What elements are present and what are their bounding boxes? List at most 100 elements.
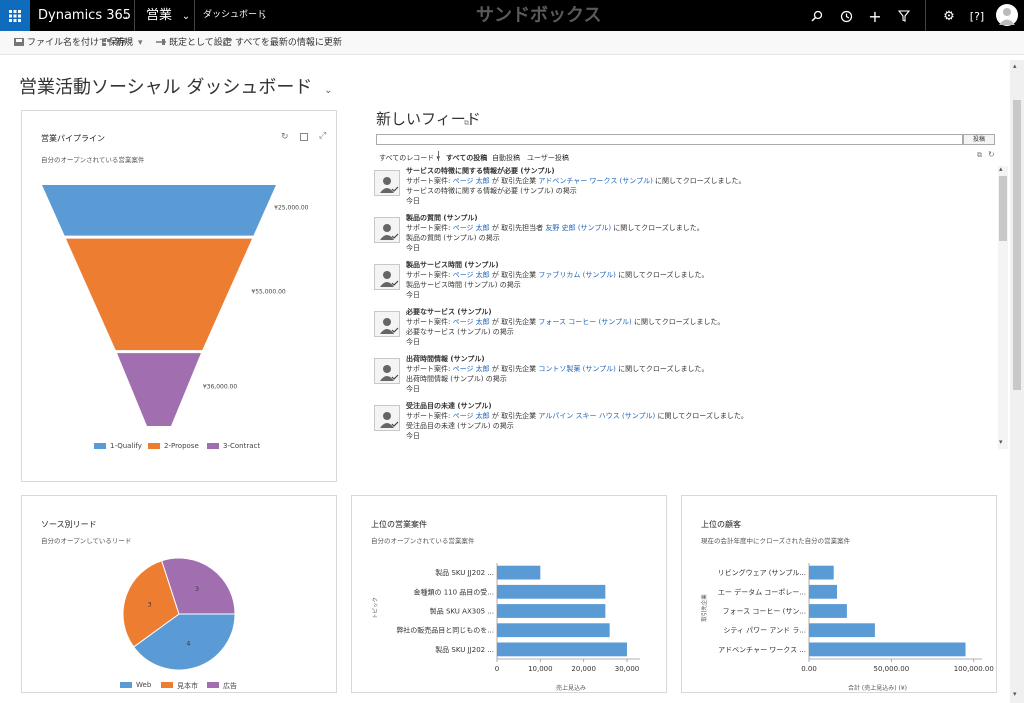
bar: [497, 604, 606, 618]
pipeline-funnel-chart: ¥25,000.00 ¥55,000.00 ¥36,000.00: [42, 185, 309, 426]
search-icon[interactable]: [806, 5, 828, 27]
command-bar: ファイル名を付けて保存 新規 ▾ 既定として設定 すべてを最新の情報に更新: [0, 31, 1024, 55]
legend-qualify: 1-Qualify: [110, 442, 142, 450]
category-label: 製品 SKU JJ202 ...: [435, 568, 494, 577]
feed-link[interactable]: コントソ製薬 (サンプル): [538, 365, 615, 373]
filter-user-posts[interactable]: ユーザー投稿: [527, 153, 569, 163]
feed-item[interactable]: 製品の質問 (サンプル) サポート案件: ページ 太郎 が 取引先担当者 友野 史…: [366, 213, 986, 257]
dashboard-title[interactable]: 営業活動ソーシャル ダッシュボード ⌄: [19, 73, 333, 99]
feed-list: サービスの特徴に関する情報が必要 (サンプル) サポート案件: ページ 太郎 が …: [366, 166, 996, 449]
feed-item[interactable]: サービスの特徴に関する情報が必要 (サンプル) サポート案件: ページ 太郎 が …: [366, 166, 986, 210]
refresh-all-button[interactable]: すべてを最新の情報に更新: [222, 31, 342, 55]
filter-all-records[interactable]: すべてのレコード ▾: [379, 153, 440, 163]
feed-item-time: 今日: [406, 385, 420, 393]
chevron-right-icon[interactable]: ›: [253, 5, 275, 27]
chevron-down-icon[interactable]: ⌄: [114, 5, 136, 27]
dashboard-title-text: 営業活動ソーシャル ダッシュボード: [19, 77, 313, 98]
legend-swatch-web: [120, 682, 132, 688]
page-scrollbar[interactable]: ▴ ▾: [1010, 60, 1024, 703]
chevron-down-icon[interactable]: ⌄: [324, 85, 332, 96]
bar: [809, 623, 875, 638]
top-opportunities-card: 上位の営業案件 自分のオープンされている営業案件 トピック 製品 SKU JJ2…: [351, 495, 667, 693]
quick-create-icon[interactable]: +: [864, 5, 886, 27]
feed-item-title: 製品サービス時間 (サンプル): [406, 261, 499, 269]
feed-item[interactable]: 必要なサービス (サンプル) サポート案件: ページ 太郎 が 取引先企業 フォー…: [366, 307, 986, 351]
feed-scrollbar[interactable]: ▴ ▾: [998, 165, 1008, 449]
feed-link[interactable]: ページ 太郎: [453, 318, 490, 326]
user-avatar[interactable]: [996, 4, 1018, 26]
settings-gear-icon[interactable]: ⚙: [938, 5, 960, 27]
feed-item-time: 今日: [406, 291, 420, 299]
recent-history-icon[interactable]: [835, 5, 857, 27]
leads-pie-chart: 4 3 3: [122, 557, 236, 671]
funnel-segment: [65, 238, 253, 351]
new-button[interactable]: 新規: [102, 31, 133, 55]
popout-icon[interactable]: ⧉: [464, 119, 469, 128]
x-tick-label: 20,000: [571, 665, 596, 673]
case-icon: [374, 358, 400, 384]
link-icon[interactable]: ⧉: [977, 151, 982, 160]
x-tick-label: 0: [495, 665, 499, 673]
page-scroll-thumb[interactable]: [1013, 100, 1021, 390]
feed-link[interactable]: フォース コーヒー (サンプル): [538, 318, 631, 326]
pie-data-label: 3: [148, 601, 152, 608]
feed-link[interactable]: ページ 太郎: [453, 271, 490, 279]
feed-item-summary: サポート案件: ページ 太郎 が 取引先企業 アルパイン スキー ハウス (サン…: [406, 412, 748, 420]
funnel-segment: [117, 353, 201, 426]
filter-auto-posts[interactable]: 自動投稿: [492, 153, 520, 163]
bar: [497, 623, 610, 638]
bar: [809, 584, 838, 599]
x-tick-label: 50,000.00: [874, 665, 910, 673]
feed-item[interactable]: 出荷時間情報 (サンプル) サポート案件: ページ 太郎 が 取引先企業 コントソ…: [366, 354, 986, 398]
legend-swatch-propose: [148, 443, 160, 449]
filter-all-posts[interactable]: すべての投稿: [446, 153, 487, 163]
category-label: 弊社の販売品目と同じものを...: [396, 626, 494, 635]
legend-ad: 広告: [223, 682, 237, 690]
feed-item-summary: サポート案件: ページ 太郎 が 取引先担当者 友野 史郎 (サンプル) に関し…: [406, 224, 704, 232]
feed-item[interactable]: 製品サービス時間 (サンプル) サポート案件: ページ 太郎 が 取引先企業 ファ…: [366, 260, 986, 304]
feed-item-time: 今日: [406, 338, 420, 346]
feed-link[interactable]: ページ 太郎: [453, 365, 490, 373]
sales-pipeline-card: 営業パイプライン 自分のオープンされている営業案件 ↻ ⤢ ¥25,000.00…: [21, 110, 337, 482]
x-tick-label: 100,000.00: [954, 665, 994, 673]
feed-scroll-thumb[interactable]: [999, 176, 1007, 241]
post-input[interactable]: [376, 134, 963, 145]
funnel-data-label: ¥55,000.00: [251, 288, 286, 295]
refresh-icon[interactable]: ↻: [988, 150, 995, 159]
help-icon[interactable]: [?]: [966, 5, 988, 27]
feed-link[interactable]: アドベンチャー ワークス (サンプル): [538, 177, 652, 185]
filter-icon[interactable]: [893, 5, 915, 27]
feed-item-title: 受注品目の未達 (サンプル): [406, 402, 492, 410]
new-dropdown-chevron-icon[interactable]: ▾: [138, 31, 143, 55]
category-label: 金種類の 110 品目の受...: [414, 587, 495, 596]
funnel-data-label: ¥25,000.00: [274, 204, 309, 211]
bar: [809, 565, 834, 580]
pie-data-label: 4: [187, 640, 191, 647]
module-name[interactable]: 営業: [146, 0, 172, 31]
feed-link[interactable]: ファブリカム (サンプル): [538, 271, 615, 279]
post-button[interactable]: 投稿: [963, 134, 995, 145]
feed-item-title: サービスの特徴に関する情報が必要 (サンプル): [406, 167, 555, 175]
feed-item-title: 製品の質問 (サンプル): [406, 214, 478, 222]
new-label: 新規: [115, 38, 134, 48]
legend-contract: 3-Contract: [223, 442, 261, 450]
feed-link[interactable]: ページ 太郎: [453, 412, 490, 420]
feed-link[interactable]: ページ 太郎: [453, 224, 490, 232]
feed-link[interactable]: アルパイン スキー ハウス (サンプル): [538, 412, 655, 420]
feed-item-detail: サービスの特徴に関する情報が必要 (サンプル) の掲示: [406, 187, 577, 195]
case-icon: [374, 217, 400, 243]
feed-item-detail: 受注品目の未達 (サンプル) の掲示: [406, 422, 514, 430]
feed-item-title: 必要なサービス (サンプル): [406, 308, 492, 316]
category-label: アドベンチャー ワークス ...: [718, 646, 806, 654]
feed-link[interactable]: 友野 史郎 (サンプル): [545, 224, 611, 232]
x-tick-label: 30,000: [615, 665, 640, 673]
feed-link[interactable]: ページ 太郎: [453, 177, 490, 185]
feed-item[interactable]: 受注品目の未達 (サンプル) サポート案件: ページ 太郎 が 取引先企業 アルパ…: [366, 401, 986, 445]
person-icon: [999, 8, 1015, 25]
legend-web: Web: [136, 681, 152, 689]
sandbox-label: サンドボックス: [476, 5, 602, 26]
top-cust-bar-chart: リビングウェア (サンプル... エー データム コーポレー... フォース コーヒ…: [718, 563, 994, 673]
app-launcher-button[interactable]: [0, 0, 30, 31]
save-icon: [14, 37, 24, 46]
set-default-button[interactable]: 既定として設定: [156, 31, 232, 55]
